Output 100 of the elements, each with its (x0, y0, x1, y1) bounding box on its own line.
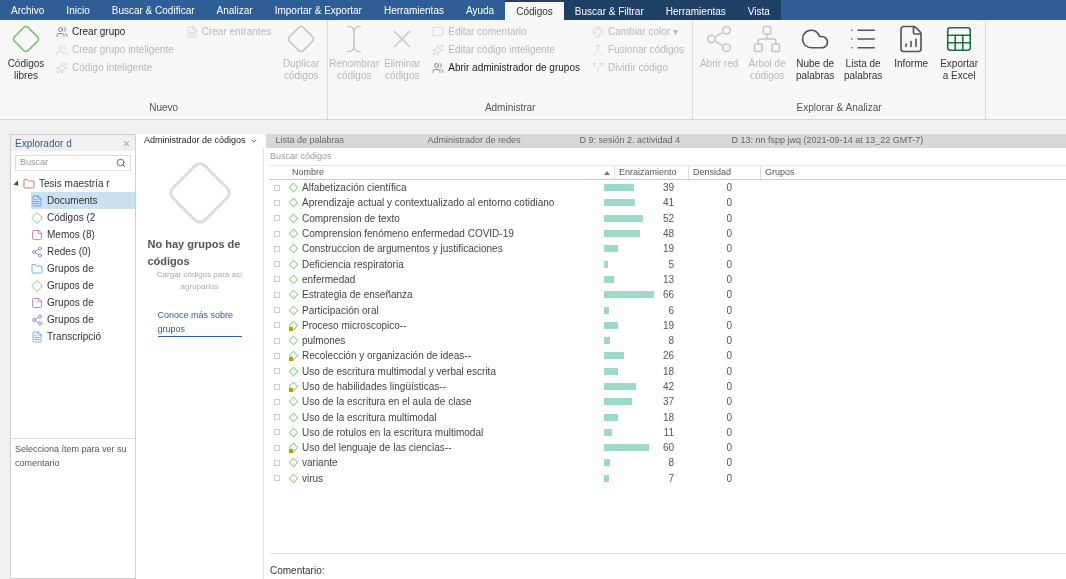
document-tab[interactable]: Administrador de códigos (136, 134, 266, 148)
code-name: Proceso microscopico-- (302, 318, 408, 333)
grounded-count: 39 (662, 181, 675, 196)
column-header[interactable]: Densidad (688, 165, 760, 180)
checkbox[interactable] (274, 429, 280, 436)
tree-item[interactable]: Códigos (2 (31, 209, 135, 226)
table-row[interactable]: Estrategia de enseñanza 66 0 (270, 287, 1066, 303)
checkbox[interactable] (274, 245, 280, 252)
tree-item[interactable]: Redes (0) (31, 243, 135, 260)
column-header[interactable]: Grupos (760, 165, 1066, 180)
tree-item[interactable]: Grupos de (31, 311, 135, 328)
density-count: 0 (725, 211, 733, 226)
table-row[interactable]: Construccion de argumentos y justificaciones 19 0 (270, 241, 1066, 257)
learn-more-link[interactable]: Conoce más sobre grupos (157, 309, 242, 337)
table-row[interactable]: Recolección y organización de ideas-- 26 0 (270, 348, 1066, 364)
code-name: Aprendizaje actual y contextualizado al entorno cotidiano (302, 196, 556, 211)
tree-item[interactable]: Grupos de (31, 260, 135, 277)
menu-tab[interactable]: Importar & Exportar (263, 0, 373, 20)
menu-tab[interactable]: Analizar (205, 0, 264, 20)
tree-item[interactable]: Memos (8) (31, 226, 135, 243)
grounding-bar (604, 367, 618, 375)
table-row[interactable]: Uso de la escritura multimodal 18 0 (270, 409, 1066, 425)
search-input[interactable]: Buscar (20, 156, 116, 170)
grounded-count: 26 (662, 349, 675, 364)
table-row[interactable]: Comprension de texto 52 0 (270, 210, 1066, 226)
table-row[interactable]: Participación oral 6 0 (270, 302, 1066, 318)
checkbox[interactable] (274, 475, 280, 482)
panel-title: Explorador d (15, 136, 72, 151)
table-row[interactable]: pulmones 8 0 (270, 332, 1066, 349)
tree-item[interactable]: Grupos de (31, 294, 135, 311)
table-row[interactable]: Uso de habilidades lingüísticas-- 42 0 (270, 378, 1066, 395)
density-count: 0 (725, 303, 733, 318)
checkbox[interactable] (274, 184, 280, 191)
menu-tab[interactable]: Inicio (55, 0, 101, 20)
code-name: Uso de la escritura multimodal (302, 410, 438, 425)
checkbox[interactable] (274, 444, 280, 451)
close-icon[interactable] (122, 138, 131, 148)
table-row[interactable]: virus 7 0 (270, 470, 1066, 486)
grounding-bar (604, 474, 610, 482)
menu-tab[interactable]: Buscar & Codificar (100, 0, 206, 20)
menu-tab[interactable]: Ayuda (454, 0, 506, 20)
grounding-bar (604, 260, 608, 268)
column-header[interactable]: Nombre (288, 165, 604, 180)
checkbox[interactable] (274, 383, 280, 390)
checkbox[interactable] (274, 337, 280, 344)
menu-tab[interactable]: Vista (736, 0, 781, 20)
ribbon-button[interactable]: Nube de palabras (793, 24, 838, 82)
ribbon-button[interactable]: Exportar a Excel (937, 24, 982, 82)
dropdown-icon[interactable] (249, 137, 258, 145)
table-row[interactable]: variante 8 0 (270, 455, 1066, 471)
ribbon-button[interactable]: Lista de palabras (841, 24, 886, 82)
table-row[interactable]: Deficiencia respiratoria 5 0 (270, 256, 1066, 272)
density-count: 0 (725, 181, 733, 196)
checkbox[interactable] (274, 368, 280, 375)
table-row[interactable]: Uso de la escritura en el aula de clase 37 0 (270, 394, 1066, 410)
menu-tab[interactable]: Herramientas (654, 0, 737, 20)
checkbox[interactable] (274, 199, 280, 206)
checkbox[interactable] (274, 276, 280, 283)
checkbox[interactable] (274, 460, 280, 466)
grounded-count: 8 (668, 456, 675, 471)
checkbox[interactable] (274, 291, 280, 298)
checkbox[interactable] (274, 307, 280, 313)
code-name: variante (302, 456, 339, 471)
table-row[interactable]: enfermedad 13 0 (270, 271, 1066, 288)
table-row[interactable]: Uso de rotulos en la escritura multimodal 11 0 (270, 424, 1066, 441)
checkbox[interactable] (274, 414, 280, 421)
ribbon-button[interactable]: Códigos libres (4, 24, 48, 82)
menu-tab[interactable]: Archivo (0, 0, 56, 20)
code-name: pulmones (302, 334, 347, 349)
document-icon (185, 26, 198, 38)
column-header[interactable]: Enraizamiento (614, 165, 688, 180)
grounded-count: 5 (668, 257, 675, 272)
checkbox[interactable] (274, 215, 280, 222)
diamond-icon (286, 24, 317, 54)
document-icon (31, 330, 43, 343)
code-name: Participación oral (302, 303, 380, 318)
table-row[interactable]: Uso del lenguaje de las ciencias-- 60 0 (270, 440, 1066, 456)
menu-tab[interactable]: Buscar & Filtrar (563, 0, 655, 20)
ribbon-button[interactable]: Abrir administrador de grupos (432, 60, 580, 76)
checkbox[interactable] (274, 352, 280, 359)
ribbon-button[interactable]: Informe (889, 24, 934, 70)
table-row[interactable]: Alfabetización científica 39 0 (270, 180, 1066, 196)
tree-item[interactable]: Documents (31, 192, 135, 209)
ribbon-button[interactable]: Crear grupo (56, 24, 174, 40)
table-row[interactable]: Uso de escritura multimodal y verbal escrita 18 0 (270, 363, 1066, 379)
tree-item[interactable]: Grupos de (31, 277, 135, 294)
checkbox[interactable] (274, 398, 280, 405)
checkbox[interactable] (274, 261, 280, 268)
table-row[interactable]: Comprension fenómeno enfermedad COVID-19 48 0 (270, 225, 1066, 242)
checkbox[interactable] (274, 322, 280, 329)
search-field[interactable]: Buscar códigos (270, 149, 1066, 164)
tree-item[interactable]: Transcripció (31, 328, 135, 345)
search-icon[interactable] (116, 158, 126, 168)
tree-item[interactable]: Tesis maestría r (15, 175, 135, 192)
table-row[interactable]: Aprendizaje actual y contextualizado al entorno cotidiano 41 0 (270, 195, 1066, 211)
checkbox[interactable] (274, 230, 280, 237)
menu-tab[interactable]: Herramientas (372, 0, 455, 20)
search-field[interactable]: Buscar (15, 155, 131, 171)
table-row[interactable]: Proceso microscopico-- 19 0 (270, 317, 1066, 333)
menu-tab[interactable]: Códigos (505, 0, 564, 20)
